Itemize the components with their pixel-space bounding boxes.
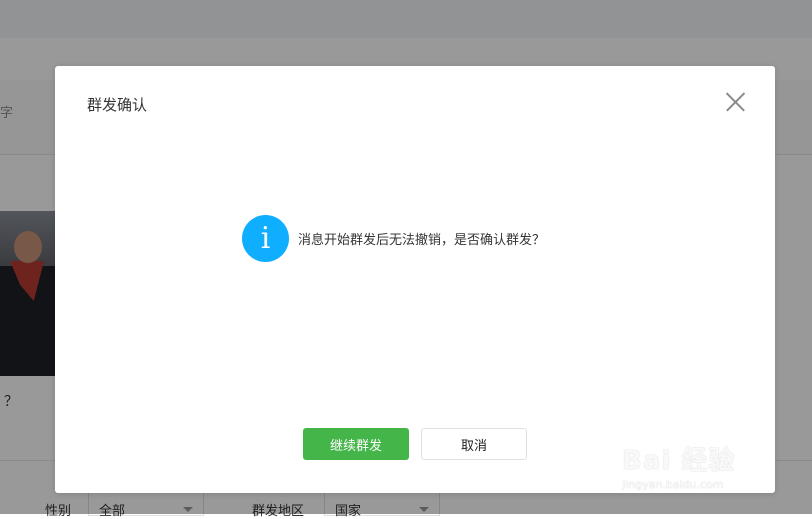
- close-icon[interactable]: [725, 92, 745, 112]
- cancel-button[interactable]: 取消: [421, 428, 527, 460]
- dialog-title: 群发确认: [87, 96, 148, 114]
- continue-send-button[interactable]: 继续群发: [303, 428, 409, 460]
- watermark-sub: jingyan.baidu.com: [622, 478, 724, 491]
- watermark-main: Bai 经验: [622, 446, 736, 476]
- watermark: Bai 经验 jingyan.baidu.com: [622, 428, 772, 494]
- info-icon: i: [242, 214, 289, 262]
- message-text: 消息开始群发后无法撤销，是否确认群发？: [298, 232, 546, 248]
- dialog-message: i 消息开始群发后无法撤销，是否确认群发？: [242, 214, 545, 262]
